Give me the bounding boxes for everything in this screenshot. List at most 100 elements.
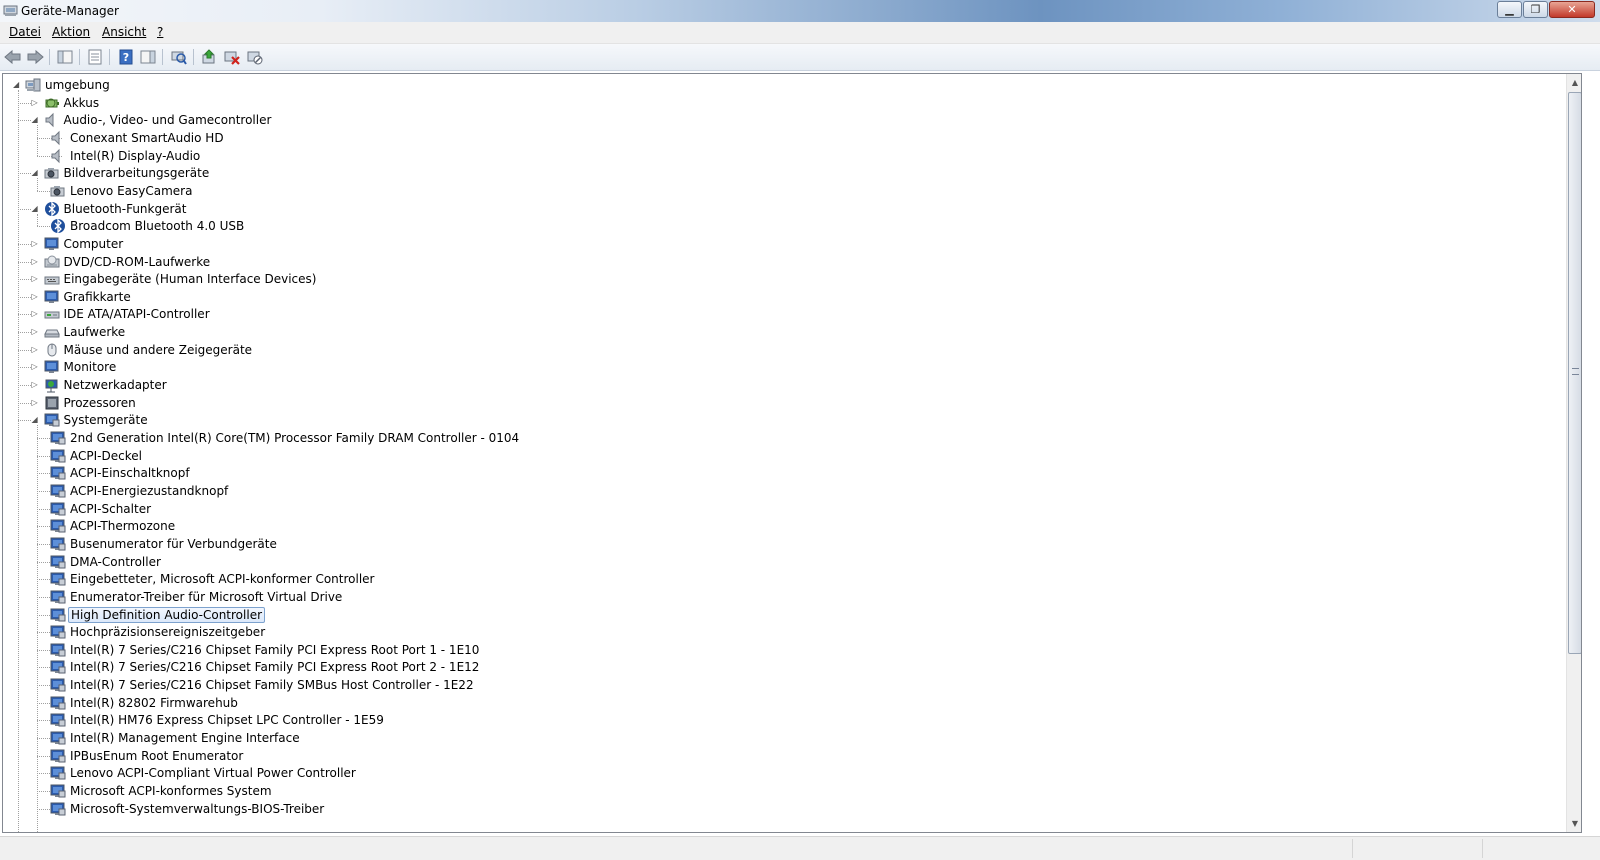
- expand-arrow-icon[interactable]: ▷: [32, 345, 40, 354]
- back-button[interactable]: [4, 48, 22, 66]
- node-label[interactable]: Bluetooth-Funkgerät: [62, 201, 189, 217]
- node-label[interactable]: Monitore: [62, 359, 119, 375]
- collapse-arrow-icon[interactable]: ◢: [32, 169, 40, 177]
- node-label[interactable]: Netzwerkadapter: [62, 377, 169, 393]
- scan-hardware-button[interactable]: [170, 48, 188, 66]
- tree-category-node[interactable]: ▷ IDE ATA/ATAPI-Controller: [3, 305, 1563, 323]
- expand-arrow-icon[interactable]: ▷: [32, 398, 40, 407]
- tree-category-node[interactable]: ◢ Systemgeräte: [3, 411, 1563, 429]
- scroll-up-button[interactable]: ▲: [1567, 74, 1581, 91]
- forward-button[interactable]: [26, 48, 44, 66]
- minimize-button[interactable]: ▁: [1497, 1, 1522, 18]
- expand-arrow-icon[interactable]: ▷: [32, 257, 40, 266]
- expand-arrow-icon[interactable]: ▷: [32, 381, 40, 389]
- menu-ansicht[interactable]: Ansicht: [102, 25, 146, 39]
- node-label[interactable]: Intel(R) Display-Audio: [68, 148, 202, 164]
- node-label[interactable]: IDE ATA/ATAPI-Controller: [62, 306, 212, 322]
- tree-device-node[interactable]: Enumerator-Treiber für Microsoft Virtual…: [3, 588, 1563, 606]
- tree-device-node[interactable]: Eingebetteter, Microsoft ACPI-konformer …: [3, 570, 1563, 588]
- expand-arrow-icon[interactable]: ▷: [32, 310, 40, 318]
- tree-category-node[interactable]: ▷ DVD/CD-ROM-Laufwerke: [3, 253, 1563, 271]
- tree-category-node[interactable]: ▷ Laufwerke: [3, 323, 1563, 341]
- tree-device-node[interactable]: DMA-Controller: [3, 553, 1563, 571]
- node-label[interactable]: Audio-, Video- und Gamecontroller: [62, 112, 274, 128]
- node-label[interactable]: Intel(R) 82802 Firmwarehub: [68, 695, 240, 711]
- node-label[interactable]: Lenovo EasyCamera: [68, 183, 194, 199]
- node-label[interactable]: Conexant SmartAudio HD: [68, 130, 226, 146]
- disable-device-button[interactable]: [246, 48, 264, 66]
- tree-device-node[interactable]: Intel(R) Display-Audio: [3, 147, 1563, 165]
- tree-device-node[interactable]: Intel(R) 7 Series/C216 Chipset Family PC…: [3, 658, 1563, 676]
- tree-category-node[interactable]: ◢ Audio-, Video- und Gamecontroller: [3, 111, 1563, 129]
- node-label[interactable]: Prozessoren: [62, 395, 138, 411]
- tree-category-node[interactable]: ▷ Grafikkarte: [3, 288, 1563, 306]
- scroll-thumb[interactable]: [1568, 92, 1581, 654]
- action-pane-button[interactable]: [139, 48, 157, 66]
- node-label[interactable]: ACPI-Schalter: [68, 501, 153, 517]
- collapse-arrow-icon[interactable]: ◢: [13, 81, 21, 89]
- tree-device-node[interactable]: ACPI-Einschaltknopf: [3, 464, 1563, 482]
- tree-device-node[interactable]: Intel(R) 7 Series/C216 Chipset Family PC…: [3, 641, 1563, 659]
- help-button[interactable]: ?: [117, 48, 135, 66]
- tree-category-node[interactable]: ▷ Prozessoren: [3, 394, 1563, 412]
- node-label[interactable]: Intel(R) 7 Series/C216 Chipset Family SM…: [68, 677, 476, 693]
- tree-device-node[interactable]: Lenovo EasyCamera: [3, 182, 1563, 200]
- node-label[interactable]: ACPI-Energiezustandknopf: [68, 483, 230, 499]
- collapse-arrow-icon[interactable]: ◢: [32, 416, 40, 424]
- tree-device-node[interactable]: ACPI-Schalter: [3, 500, 1563, 518]
- properties-button[interactable]: [86, 48, 104, 66]
- menu-help[interactable]: ?: [157, 25, 163, 39]
- node-label[interactable]: Intel(R) 7 Series/C216 Chipset Family PC…: [68, 659, 481, 675]
- collapse-arrow-icon[interactable]: ◢: [32, 204, 40, 213]
- tree-device-node[interactable]: 2nd Generation Intel(R) Core(TM) Process…: [3, 429, 1563, 447]
- node-label[interactable]: Bildverarbeitungsgeräte: [62, 165, 212, 181]
- node-label[interactable]: Hochpräzisionsereigniszeitgeber: [68, 624, 267, 640]
- maximize-button[interactable]: ❐: [1523, 1, 1548, 18]
- node-label[interactable]: Laufwerke: [62, 324, 128, 340]
- expand-arrow-icon[interactable]: ▷: [32, 292, 40, 301]
- scroll-down-button[interactable]: ▼: [1567, 815, 1581, 832]
- node-label[interactable]: Eingabegeräte (Human Interface Devices): [62, 271, 319, 287]
- node-label[interactable]: Akkus: [62, 95, 102, 111]
- tree-device-node[interactable]: Broadcom Bluetooth 4.0 USB: [3, 217, 1563, 235]
- uninstall-device-button[interactable]: [223, 48, 241, 66]
- node-label[interactable]: Enumerator-Treiber für Microsoft Virtual…: [68, 589, 344, 605]
- node-label[interactable]: ACPI-Einschaltknopf: [68, 465, 192, 481]
- title-bar[interactable]: Geräte-Manager ▁ ❐ ✕: [0, 0, 1600, 22]
- node-label[interactable]: Busenumerator für Verbundgeräte: [68, 536, 279, 552]
- tree-device-node[interactable]: ACPI-Deckel: [3, 447, 1563, 465]
- tree-device-node[interactable]: Intel(R) 82802 Firmwarehub: [3, 694, 1563, 712]
- expand-arrow-icon[interactable]: ▷: [32, 328, 40, 336]
- tree-category-node[interactable]: ▷ Eingabegeräte (Human Interface Devices): [3, 270, 1563, 288]
- menu-aktion[interactable]: Aktion: [52, 25, 90, 39]
- node-label[interactable]: DVD/CD-ROM-Laufwerke: [62, 254, 213, 270]
- tree-device-node[interactable]: IPBusEnum Root Enumerator: [3, 747, 1563, 765]
- tree-category-node[interactable]: ▷ Netzwerkadapter: [3, 376, 1563, 394]
- update-driver-button[interactable]: [200, 48, 218, 66]
- node-label[interactable]: ACPI-Thermozone: [68, 518, 177, 534]
- tree-device-node[interactable]: ACPI-Energiezustandknopf: [3, 482, 1563, 500]
- node-label[interactable]: 2nd Generation Intel(R) Core(TM) Process…: [68, 430, 521, 446]
- tree-device-node[interactable]: Busenumerator für Verbundgeräte: [3, 535, 1563, 553]
- node-label[interactable]: Eingebetteter, Microsoft ACPI-konformer …: [68, 571, 376, 587]
- tree-category-node[interactable]: ◢ Bluetooth-Funkgerät: [3, 200, 1563, 218]
- menu-datei[interactable]: Datei: [9, 25, 41, 39]
- node-label[interactable]: Intel(R) Management Engine Interface: [68, 730, 302, 746]
- node-label[interactable]: Intel(R) 7 Series/C216 Chipset Family PC…: [68, 642, 481, 658]
- node-label[interactable]: Broadcom Bluetooth 4.0 USB: [68, 218, 246, 234]
- node-label[interactable]: Mäuse und andere Zeigegeräte: [62, 342, 255, 358]
- node-label[interactable]: ACPI-Deckel: [68, 448, 144, 464]
- tree-category-node[interactable]: ▷ Monitore: [3, 358, 1563, 376]
- tree-device-node[interactable]: Microsoft ACPI-konformes System: [3, 782, 1563, 800]
- tree-device-node[interactable]: High Definition Audio-Controller: [3, 606, 1563, 624]
- expand-arrow-icon[interactable]: ▷: [32, 275, 40, 283]
- node-label[interactable]: Computer: [62, 236, 126, 252]
- expand-arrow-icon[interactable]: ▷: [32, 239, 40, 248]
- node-label[interactable]: Lenovo ACPI-Compliant Virtual Power Cont…: [68, 765, 358, 781]
- tree-device-node[interactable]: Lenovo ACPI-Compliant Virtual Power Cont…: [3, 764, 1563, 782]
- expand-arrow-icon[interactable]: ▷: [32, 98, 40, 107]
- expand-arrow-icon[interactable]: ▷: [32, 363, 40, 371]
- node-label[interactable]: Grafikkarte: [62, 289, 133, 305]
- tree-category-node[interactable]: ▷ Akkus: [3, 94, 1563, 112]
- node-label[interactable]: Microsoft ACPI-konformes System: [68, 783, 274, 799]
